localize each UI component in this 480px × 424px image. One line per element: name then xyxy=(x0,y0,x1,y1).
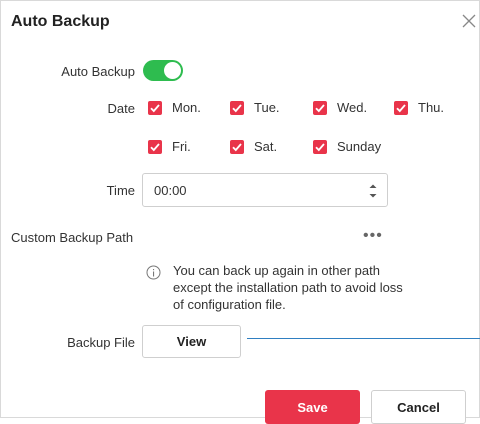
checkbox-sunday[interactable]: Sunday xyxy=(313,139,381,154)
checkbox-checked-icon xyxy=(148,100,162,115)
backup-file-label: Backup File xyxy=(67,335,135,350)
checkbox-thu[interactable]: Thu. xyxy=(394,100,444,115)
checkbox-label-tue: Tue. xyxy=(254,100,280,115)
auto-backup-dialog: Auto Backup Auto Backup Date Mon. Tue. W… xyxy=(0,0,480,424)
checkbox-checked-icon xyxy=(148,139,162,154)
date-label: Date xyxy=(107,101,135,116)
checkbox-sat[interactable]: Sat. xyxy=(230,139,277,154)
close-icon[interactable] xyxy=(460,12,478,30)
save-button[interactable]: Save xyxy=(265,390,360,424)
divider-line xyxy=(247,338,480,339)
view-button[interactable]: View xyxy=(142,325,241,358)
checkbox-label-wed: Wed. xyxy=(337,100,368,115)
auto-backup-toggle[interactable] xyxy=(143,60,183,81)
checkbox-label-thu: Thu. xyxy=(418,100,445,115)
time-input[interactable]: 00:00 xyxy=(142,173,388,207)
checkbox-mon[interactable]: Mon. xyxy=(148,100,201,115)
checkbox-checked-icon xyxy=(313,100,327,115)
checkbox-label-sunday: Sunday xyxy=(337,139,382,154)
cancel-button[interactable]: Cancel xyxy=(371,390,466,424)
checkbox-label-mon: Mon. xyxy=(172,100,201,115)
info-icon xyxy=(146,265,161,280)
more-options-icon[interactable]: ••• xyxy=(363,227,383,245)
dialog-title: Auto Backup xyxy=(11,13,110,30)
checkbox-label-fri: Fri. xyxy=(172,139,191,154)
spinner-icon[interactable] xyxy=(368,181,378,201)
checkbox-label-sat: Sat. xyxy=(254,139,278,154)
custom-backup-path-label: Custom Backup Path xyxy=(11,230,134,245)
checkbox-checked-icon xyxy=(313,139,327,154)
time-label: Time xyxy=(106,183,135,198)
checkbox-fri[interactable]: Fri. xyxy=(148,139,191,154)
info-text: You can back up again in other path exce… xyxy=(173,263,403,312)
checkbox-tue[interactable]: Tue. xyxy=(230,100,280,115)
auto-backup-label: Auto Backup xyxy=(61,64,135,79)
checkbox-checked-icon xyxy=(394,100,408,115)
checkbox-checked-icon xyxy=(230,139,244,154)
checkbox-wed[interactable]: Wed. xyxy=(313,100,367,115)
checkbox-checked-icon xyxy=(230,100,244,115)
toggle-knob xyxy=(164,62,181,79)
time-value: 00:00 xyxy=(154,183,187,198)
